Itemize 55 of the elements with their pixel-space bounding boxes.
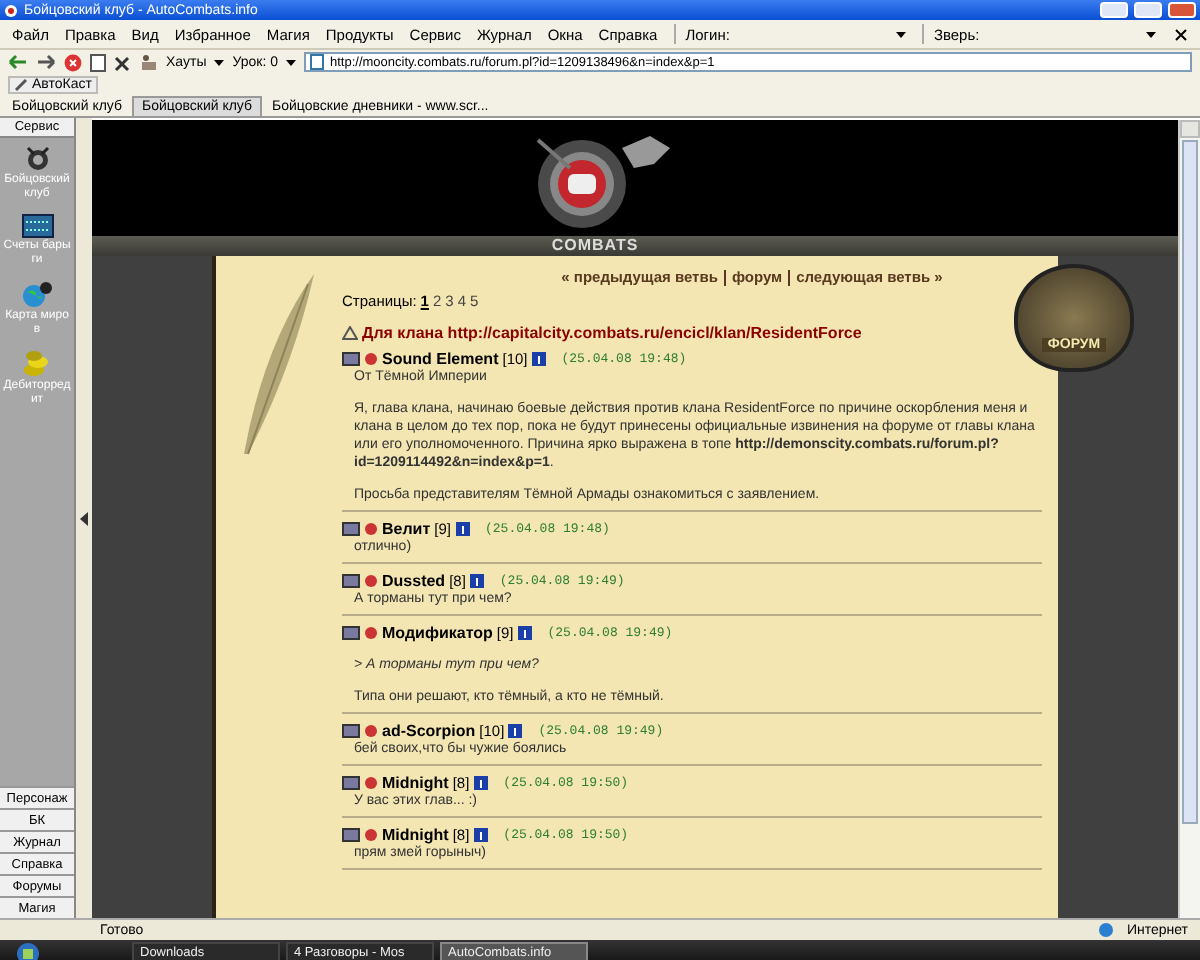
back-arrow-icon[interactable] — [8, 54, 28, 70]
info-icon[interactable] — [455, 522, 469, 536]
page-icon — [310, 54, 324, 70]
site-logo: COMBATS — [551, 236, 639, 256]
caret-icon[interactable] — [286, 59, 296, 65]
align-badge-icon — [364, 724, 378, 738]
clan-emblem-icon — [342, 828, 360, 842]
caret-icon[interactable] — [1145, 31, 1156, 37]
post-author[interactable]: Midnight — [382, 774, 449, 792]
post-author[interactable]: Dussted — [382, 572, 446, 590]
clan-emblem-icon — [342, 776, 360, 790]
align-badge-icon — [364, 574, 378, 588]
post-author[interactable]: Велит — [382, 520, 431, 538]
topic-title: Для клана http://capitalcity.combats.ru/encicl/klan/ResidentForce — [362, 324, 862, 342]
info-icon[interactable] — [473, 828, 488, 842]
clan-emblem-icon — [342, 724, 360, 738]
clan-emblem-icon — [342, 352, 360, 366]
scrollbar-thumb[interactable] — [1182, 140, 1198, 824]
info-icon[interactable] — [473, 776, 488, 790]
page-icon[interactable] — [90, 53, 106, 71]
minimize-button[interactable] — [1100, 2, 1128, 18]
globe-icon — [21, 280, 53, 308]
maximize-button[interactable] — [1134, 2, 1162, 18]
coins-icon — [22, 350, 52, 378]
align-badge-icon — [364, 626, 378, 640]
globe-icon — [1098, 922, 1115, 938]
caret-icon[interactable] — [214, 59, 225, 65]
stop-icon[interactable] — [64, 53, 82, 71]
warning-triangle-icon — [342, 326, 358, 340]
clan-emblem-icon — [342, 522, 360, 536]
align-badge-icon — [364, 522, 378, 536]
figures-icon — [140, 54, 158, 70]
post-author[interactable]: Midnight — [382, 826, 449, 844]
post-author[interactable]: Модификатор — [382, 624, 493, 642]
clan-emblem-icon — [342, 574, 360, 588]
fighter-emblem-icon — [23, 144, 51, 172]
collapse-arrow-icon[interactable] — [79, 511, 89, 525]
align-badge-icon — [364, 828, 378, 842]
close-icon[interactable] — [1174, 27, 1188, 41]
caret-icon[interactable] — [895, 31, 906, 37]
forward-arrow-icon[interactable] — [36, 54, 56, 70]
info-icon[interactable] — [508, 724, 523, 738]
start-orb-icon[interactable] — [16, 941, 40, 960]
close-button[interactable] — [1168, 2, 1196, 18]
app-icon — [4, 3, 18, 17]
info-icon[interactable] — [517, 626, 532, 640]
post-author[interactable]: Sound Element — [382, 350, 499, 368]
align-badge-icon — [364, 776, 378, 790]
abacus-icon — [21, 214, 53, 238]
wand-icon — [14, 77, 28, 91]
info-icon[interactable] — [469, 574, 484, 588]
clan-emblem-icon — [342, 626, 360, 640]
info-icon[interactable] — [531, 352, 546, 366]
post-author[interactable]: ad-Scorpion — [382, 722, 476, 740]
align-badge-icon — [364, 352, 378, 366]
